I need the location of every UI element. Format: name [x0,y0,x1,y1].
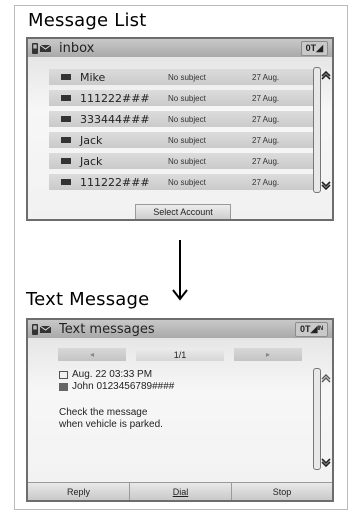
signal-status-badge: 0T◢ᴵᴺ [295,322,328,337]
message-date: 27 Aug. [252,93,280,103]
envelope-icon [61,179,71,185]
inbox-header: inbox 0T◢ [28,39,332,57]
text-message-screen: Text messages 0T◢ᴵᴺ ◂ 1/1 ▸ Aug. 22 03:3… [26,318,334,502]
message-row[interactable]: 333444### No subject 27 Aug. [49,111,313,127]
message-date: 27 Aug. [252,135,280,145]
message-list-title: Message List [28,10,147,31]
envelope-icon [61,158,71,164]
message-subject: No subject [168,72,206,82]
scroll-up-icon[interactable] [321,69,331,82]
message-sender: Jack [80,154,103,168]
message-date: 27 Aug. [252,72,280,82]
envelope-icon [61,95,71,101]
message-sender: 111222### [80,175,150,189]
scroll-down-icon[interactable] [321,456,331,469]
message-subject: No subject [168,156,206,166]
scroll-up-icon[interactable] [321,372,331,385]
message-sender: 333444### [80,112,150,126]
contact-icon [59,383,68,391]
envelope-icon [61,137,71,143]
message-list-screen: inbox 0T◢ Mike No subject 27 Aug. 111222… [26,37,334,221]
message-subject: No subject [168,177,206,187]
signal-status-badge: 0T◢ [300,41,328,56]
message-subject: No subject [168,114,206,124]
message-row[interactable]: 111222### No subject 27 Aug. [49,174,313,190]
message-sender: John 0123456789#### [72,381,175,392]
flow-arrow-icon [172,240,188,307]
page-indicator: 1/1 [136,348,224,361]
message-body-line: when vehicle is parked. [59,419,163,430]
inbox-title: inbox [59,40,95,56]
dial-button[interactable]: Dial [130,483,232,500]
calendar-icon [59,371,68,379]
message-subject: No subject [168,93,206,103]
message-date: Aug. 22 03:33 PM [72,369,153,380]
message-date: 27 Aug. [252,114,280,124]
envelope-icon [61,116,71,122]
message-row[interactable]: 111222### No subject 27 Aug. [49,90,313,106]
message-body-line: Check the message [59,407,148,418]
prev-page-button[interactable]: ◂ [58,348,126,361]
list-scrollbar[interactable] [313,67,321,193]
phone-envelope-icon [31,41,53,55]
footer-bar: Reply Dial Stop [28,482,332,500]
message-date: 27 Aug. [252,156,280,166]
message-scrollbar[interactable] [313,368,321,470]
text-messages-title: Text messages [59,321,155,337]
message-sender: Jack [80,133,103,147]
reply-button[interactable]: Reply [28,483,130,500]
select-account-button[interactable]: Select Account [135,204,231,219]
envelope-icon [61,74,71,80]
text-messages-header: Text messages 0T◢ᴵᴺ [28,320,332,338]
text-message-title: Text Message [26,289,150,310]
phone-envelope-icon [31,322,53,336]
message-row[interactable]: Mike No subject 27 Aug. [49,69,313,85]
message-date: 27 Aug. [252,177,280,187]
message-row[interactable]: Jack No subject 27 Aug. [49,132,313,148]
message-sender: 111222### [80,91,150,105]
message-subject: No subject [168,135,206,145]
message-sender: Mike [80,70,106,84]
scroll-down-icon[interactable] [321,179,331,192]
stop-button[interactable]: Stop [232,483,332,500]
next-page-button[interactable]: ▸ [234,348,302,361]
message-row[interactable]: Jack No subject 27 Aug. [49,153,313,169]
